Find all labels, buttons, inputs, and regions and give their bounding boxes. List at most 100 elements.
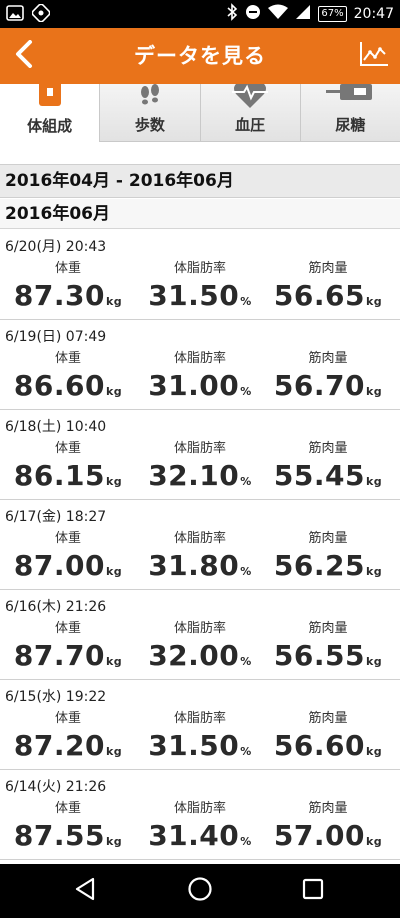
muscle-cell: 筋肉量 56.55kg xyxy=(268,620,388,680)
muscle-cell: 筋肉量 56.60kg xyxy=(268,710,388,770)
weight-label: 体重 xyxy=(54,261,81,276)
muscle-label: 筋肉量 xyxy=(308,711,348,726)
back-button[interactable] xyxy=(4,36,44,76)
tab-blood-pressure[interactable]: 血圧 xyxy=(200,84,301,142)
app-notification-icon xyxy=(31,3,51,26)
kg-unit: kg xyxy=(105,835,123,848)
kg-unit: kg xyxy=(365,745,383,758)
kg-unit: kg xyxy=(365,295,383,308)
signal-icon xyxy=(295,4,311,24)
kg-unit: kg xyxy=(365,655,383,668)
muscle-cell: 筋肉量 56.70kg xyxy=(268,350,388,410)
kg-unit: kg xyxy=(365,565,383,578)
muscle-value: 56.55 xyxy=(273,639,365,672)
muscle-label: 筋肉量 xyxy=(308,531,348,546)
home-circle-icon xyxy=(187,876,213,906)
weight-label: 体重 xyxy=(54,621,81,636)
body-fat-value: 31.40 xyxy=(148,819,240,852)
body-fat-cell: 体脂肪率 31.50% xyxy=(140,260,260,320)
kg-unit: kg xyxy=(105,565,123,578)
weight-cell: 体重 87.30kg xyxy=(8,260,128,320)
body-fat-cell: 体脂肪率 31.40% xyxy=(140,800,260,860)
percent-unit: % xyxy=(240,745,252,758)
weight-label: 体重 xyxy=(54,351,81,366)
list-item[interactable]: 6/17(金) 18:27 体重 87.00kg 体脂肪率 31.80% 筋肉量… xyxy=(0,500,400,590)
body-fat-cell: 体脂肪率 31.80% xyxy=(140,530,260,590)
muscle-cell: 筋肉量 56.25kg xyxy=(268,530,388,590)
record-datetime: 6/15(水) 19:22 xyxy=(5,689,107,705)
weight-label: 体重 xyxy=(54,441,81,456)
body-fat-value: 31.50 xyxy=(148,279,240,312)
glucose-meter-icon xyxy=(322,84,378,108)
percent-unit: % xyxy=(240,475,252,488)
muscle-value: 56.60 xyxy=(273,729,365,762)
percent-unit: % xyxy=(240,655,252,668)
list-item[interactable]: 6/14(火) 21:26 体重 87.55kg 体脂肪率 31.40% 筋肉量… xyxy=(0,770,400,860)
tab-label: 血圧 xyxy=(235,116,266,134)
weight-label: 体重 xyxy=(54,711,81,726)
weight-value: 86.60 xyxy=(13,369,105,402)
heart-pulse-icon xyxy=(230,84,270,116)
body-fat-label: 体脂肪率 xyxy=(173,261,226,276)
footprints-icon xyxy=(135,84,165,118)
records-list[interactable]: 6/20(月) 20:43 体重 87.30kg 体脂肪率 31.50% 筋肉量… xyxy=(0,230,400,864)
kg-unit: kg xyxy=(105,655,123,668)
record-datetime: 6/18(土) 10:40 xyxy=(5,419,107,435)
muscle-label: 筋肉量 xyxy=(308,441,348,456)
system-nav-bar xyxy=(0,864,400,918)
body-fat-cell: 体脂肪率 32.00% xyxy=(140,620,260,680)
record-datetime: 6/19(日) 07:49 xyxy=(5,329,107,345)
nav-home-button[interactable] xyxy=(185,876,215,906)
list-item[interactable]: 6/20(月) 20:43 体重 87.30kg 体脂肪率 31.50% 筋肉量… xyxy=(0,230,400,320)
muscle-value: 57.00 xyxy=(273,819,365,852)
tab-steps[interactable]: 歩数 xyxy=(100,84,201,142)
muscle-label: 筋肉量 xyxy=(308,261,348,276)
list-item[interactable]: 6/15(水) 19:22 体重 87.20kg 体脂肪率 31.50% 筋肉量… xyxy=(0,680,400,770)
body-fat-value: 32.00 xyxy=(148,639,240,672)
triangle-back-icon xyxy=(74,877,96,905)
muscle-cell: 筋肉量 56.65kg xyxy=(268,260,388,320)
status-bar: 67% 20:47 xyxy=(0,0,400,28)
graph-view-button[interactable] xyxy=(356,38,392,74)
muscle-value: 56.70 xyxy=(273,369,365,402)
body-fat-value: 31.50 xyxy=(148,729,240,762)
list-item[interactable]: 6/16(木) 21:26 体重 87.70kg 体脂肪率 32.00% 筋肉量… xyxy=(0,590,400,680)
muscle-cell: 筋肉量 55.45kg xyxy=(268,440,388,500)
kg-unit: kg xyxy=(365,385,383,398)
weight-value: 87.30 xyxy=(13,279,105,312)
percent-unit: % xyxy=(240,295,252,308)
weight-value: 87.00 xyxy=(13,549,105,582)
weight-cell: 体重 87.55kg xyxy=(8,800,128,860)
nav-recents-button[interactable] xyxy=(298,876,328,906)
body-fat-label: 体脂肪率 xyxy=(173,801,226,816)
app-bar: データを見る xyxy=(0,28,400,84)
body-fat-cell: 体脂肪率 31.50% xyxy=(140,710,260,770)
weight-cell: 体重 87.00kg xyxy=(8,530,128,590)
kg-unit: kg xyxy=(105,385,123,398)
muscle-cell: 筋肉量 57.00kg xyxy=(268,800,388,860)
muscle-label: 筋肉量 xyxy=(308,801,348,816)
weight-cell: 体重 86.15kg xyxy=(8,440,128,500)
kg-unit: kg xyxy=(105,475,123,488)
list-item[interactable]: 6/19(日) 07:49 体重 86.60kg 体脂肪率 31.00% 筋肉量… xyxy=(0,320,400,410)
weight-label: 体重 xyxy=(54,801,81,816)
nav-back-button[interactable] xyxy=(70,876,100,906)
body-fat-label: 体脂肪率 xyxy=(173,711,226,726)
kg-unit: kg xyxy=(105,295,123,308)
body-fat-label: 体脂肪率 xyxy=(173,621,226,636)
image-notification-icon xyxy=(6,4,24,26)
weight-value: 87.55 xyxy=(13,819,105,852)
tab-body-composition[interactable]: 体組成 xyxy=(0,84,101,142)
list-item[interactable]: 6/18(土) 10:40 体重 86.15kg 体脂肪率 32.10% 筋肉量… xyxy=(0,410,400,500)
kg-unit: kg xyxy=(365,475,383,488)
date-range-header: 2016年04月 - 2016年06月 xyxy=(0,164,400,198)
month-section-header: 2016年06月 xyxy=(0,199,400,229)
line-graph-icon xyxy=(358,40,390,72)
body-fat-cell: 体脂肪率 32.10% xyxy=(140,440,260,500)
body-fat-label: 体脂肪率 xyxy=(173,441,226,456)
weight-cell: 体重 87.20kg xyxy=(8,710,128,770)
percent-unit: % xyxy=(240,385,252,398)
scale-icon xyxy=(35,84,65,114)
tab-urine-glucose[interactable]: 尿糖 xyxy=(300,84,400,142)
body-fat-value: 31.00 xyxy=(148,369,240,402)
